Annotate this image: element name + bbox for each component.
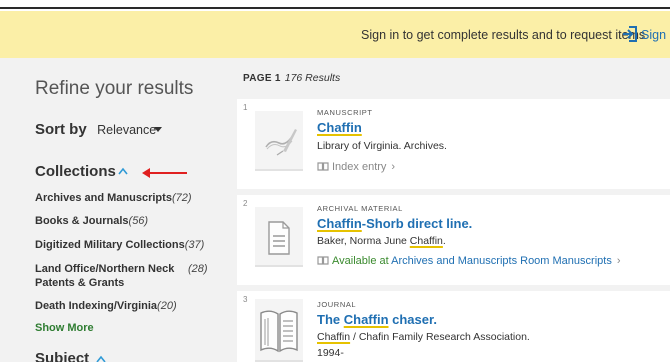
signin-link[interactable]: Sign i	[641, 28, 670, 42]
result-author: Baker, Norma June Chaffin.	[317, 235, 446, 247]
chevron-up-icon[interactable]	[117, 166, 129, 176]
caret-down-icon[interactable]	[154, 127, 162, 132]
collections-label: Collections	[35, 163, 116, 180]
facet-books-journals[interactable]: Books & Journals(56)	[35, 215, 148, 227]
open-book-icon[interactable]	[255, 299, 303, 362]
subject-header[interactable]: Subject	[35, 350, 89, 362]
chevron-right-icon: ›	[391, 161, 396, 173]
document-icon[interactable]	[255, 207, 303, 267]
book-icon	[317, 162, 329, 171]
results-count: 176 Results	[284, 72, 341, 84]
book-icon	[317, 256, 329, 265]
chevron-right-icon: ›	[616, 255, 621, 267]
result-card[interactable]: 1 MANUSCRIPT Chaffin Library of Virginia…	[237, 99, 670, 189]
result-title[interactable]: The Chaffin chaser.	[317, 312, 437, 327]
result-number: 3	[243, 295, 248, 304]
result-card[interactable]: 3 JOURNAL The Chaffin chaser. Chaffin / …	[237, 291, 670, 362]
material-type: MANUSCRIPT	[317, 108, 373, 117]
result-number: 2	[243, 199, 248, 208]
availability-link[interactable]: Index entry ›	[317, 161, 395, 173]
result-author: Library of Virginia. Archives.	[317, 140, 447, 152]
page-number: PAGE 1	[243, 73, 281, 84]
page-info: PAGE 1 176 Results	[243, 72, 340, 84]
facet-land-office-count: (28)	[188, 263, 208, 275]
sort-by-control[interactable]: Sort by Relevance	[35, 121, 162, 139]
facet-death-indexing[interactable]: Death Indexing/Virginia(20)	[35, 300, 177, 312]
show-more-link[interactable]: Show More	[35, 322, 94, 334]
facet-digitized-military[interactable]: Digitized Military Collections(37)	[35, 239, 204, 251]
result-card[interactable]: 2 ARCHIVAL MATERIAL Chaffin-Shorb direct…	[237, 195, 670, 285]
sign-in-icon[interactable]	[621, 24, 639, 44]
refine-sidebar: Refine your results Sort by Relevance Co…	[0, 58, 232, 362]
collections-header[interactable]: Collections	[35, 163, 128, 181]
top-border	[0, 0, 670, 9]
results-pane: PAGE 1 176 Results 1 MANUSCRIPT Chaffin L…	[232, 58, 670, 362]
material-type: JOURNAL	[317, 300, 357, 309]
result-title[interactable]: Chaffin	[317, 120, 362, 135]
result-title[interactable]: Chaffin-Shorb direct line.	[317, 216, 472, 231]
signin-banner: Sign in to get complete results and to r…	[0, 11, 670, 58]
result-number: 1	[243, 103, 248, 112]
facet-archives-manuscripts[interactable]: Archives and Manuscripts(72)	[35, 192, 192, 204]
sort-by-label: Sort by	[35, 121, 87, 138]
result-author: Chaffin / Chafin Family Research Associa…	[317, 331, 530, 343]
sort-by-value[interactable]: Relevance	[97, 123, 156, 137]
red-arrow-annotation	[142, 168, 187, 178]
facet-land-office-line2[interactable]: Patents & Grants	[35, 277, 124, 289]
facet-land-office[interactable]: Land Office/Northern Neck	[35, 263, 174, 275]
result-date: 1994-	[317, 347, 344, 359]
material-type: ARCHIVAL MATERIAL	[317, 204, 403, 213]
chevron-up-icon[interactable]	[95, 354, 107, 362]
signin-message: Sign in to get complete results and to r…	[361, 28, 646, 42]
refine-title: Refine your results	[35, 78, 194, 99]
manuscript-icon[interactable]	[255, 111, 303, 171]
availability-link[interactable]: Available at Archives and Manuscripts Ro…	[317, 255, 621, 267]
